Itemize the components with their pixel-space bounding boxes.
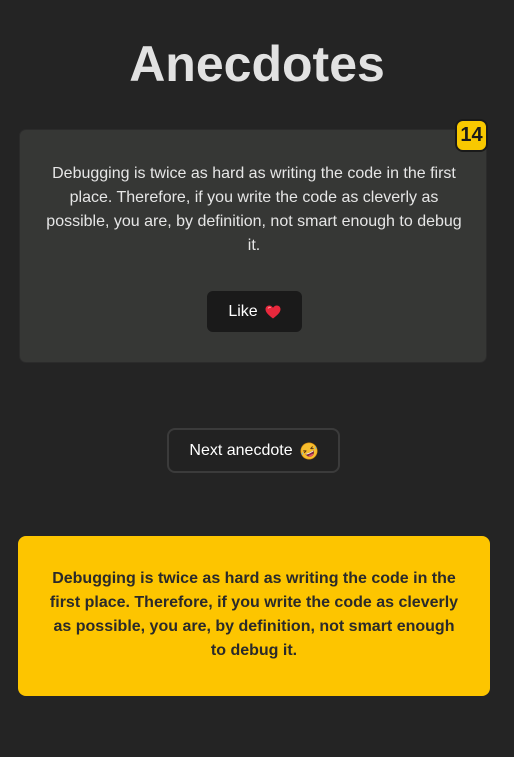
anecdote-card: Debugging is twice as hard as writing th… xyxy=(19,129,487,363)
most-voted-anecdote-text: Debugging is twice as hard as writing th… xyxy=(49,570,459,659)
anecdote-text: Debugging is twice as hard as writing th… xyxy=(46,165,462,254)
most-voted-anecdote-panel: Debugging is twice as hard as writing th… xyxy=(18,536,490,696)
next-anecdote-button[interactable]: Next anecdote xyxy=(167,428,340,473)
heart-icon xyxy=(265,305,281,319)
rolling-laughing-icon xyxy=(300,442,318,460)
like-button[interactable]: Like xyxy=(207,291,302,332)
page-title: Anecdotes xyxy=(129,36,385,92)
next-anecdote-label: Next anecdote xyxy=(189,441,293,459)
votes-count-badge: 14 xyxy=(455,119,488,152)
like-button-label: Like xyxy=(228,302,258,320)
